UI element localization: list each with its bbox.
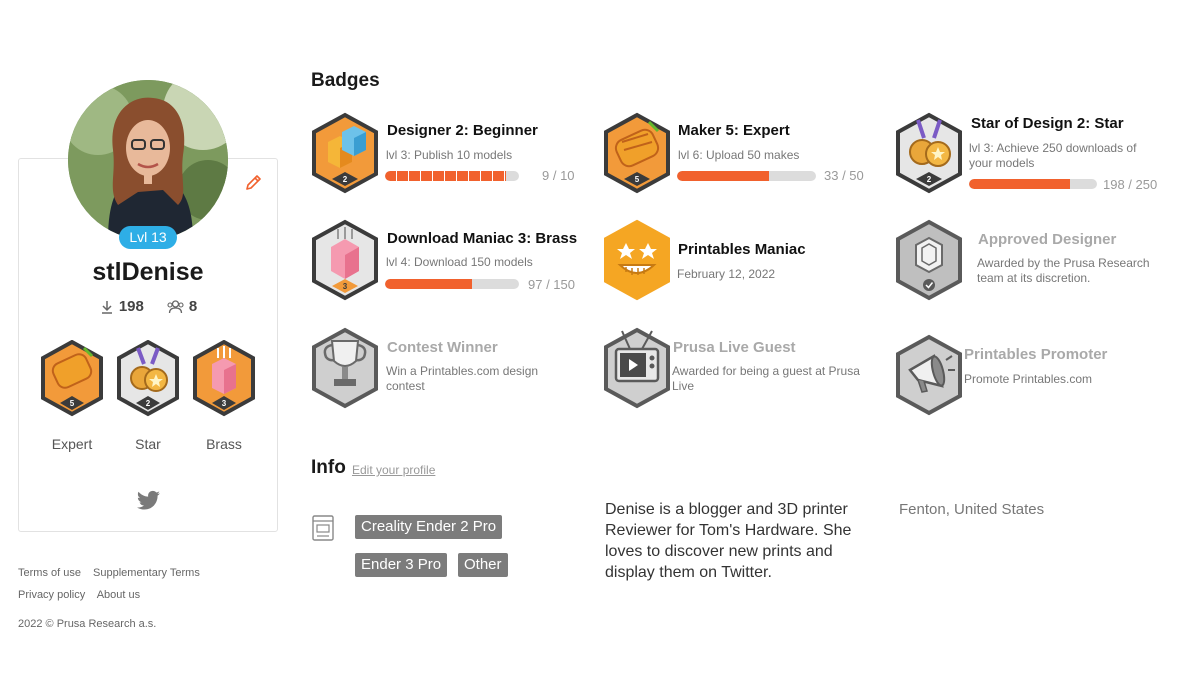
badge-title[interactable]: Approved Designer <box>978 231 1116 248</box>
trophy-icon[interactable] <box>310 327 380 409</box>
progress-fill <box>385 279 472 289</box>
tv-icon[interactable] <box>602 327 672 409</box>
progress-fill <box>969 179 1071 189</box>
svg-text:3: 3 <box>343 282 348 291</box>
svg-text:2: 2 <box>343 175 348 184</box>
downloads-count: 198 <box>118 298 144 315</box>
progress-bar <box>385 279 519 289</box>
progress-text: 33 / 50 <box>824 168 864 183</box>
cube-icon[interactable]: 3 <box>310 219 380 301</box>
badge-title[interactable]: Contest Winner <box>387 339 498 356</box>
printer-tag[interactable]: Ender 3 Pro <box>355 553 448 577</box>
printer-icon <box>312 515 334 541</box>
pencil-icon[interactable] <box>244 172 264 192</box>
progress-fill <box>677 171 769 181</box>
badge-description: lvl 4: Download 150 models <box>386 255 533 269</box>
medal-icon[interactable]: 2 <box>894 112 964 194</box>
progress-bar <box>677 171 816 181</box>
progress-text: 97 / 150 <box>528 277 575 292</box>
badge-title[interactable]: Printables Maniac <box>678 241 806 258</box>
badge-date: February 12, 2022 <box>677 267 776 281</box>
featured-badge-label: Brass <box>206 436 242 452</box>
privacy-link[interactable]: Privacy policy <box>18 589 85 601</box>
copyright: 2022 © Prusa Research a.s. <box>18 618 157 630</box>
svg-text:2: 2 <box>146 399 151 408</box>
badge-description: Win a Printables.com design contest <box>386 364 539 393</box>
bio-text: Denise is a blogger and 3D printer Revie… <box>605 501 852 581</box>
followers-count: 8 <box>188 298 198 315</box>
badge-description: lvl 3: Publish 10 models <box>386 148 513 162</box>
footer-links-row-2: Privacy policy About us <box>18 589 149 601</box>
badge-title[interactable]: Star of Design 2: Star <box>971 115 1124 132</box>
download-icon <box>101 300 112 314</box>
featured-badge-label: Star <box>135 436 161 452</box>
svg-text:5: 5 <box>635 175 640 184</box>
badge-title[interactable]: Maker 5: Expert <box>678 122 790 139</box>
megaphone-icon[interactable] <box>894 334 964 416</box>
followers-stat[interactable]: 8 <box>166 298 197 315</box>
svg-text:5: 5 <box>70 399 75 408</box>
printer-tag[interactable]: Creality Ender 2 Pro <box>355 515 503 539</box>
badge-title[interactable]: Download Maniac 3: Brass <box>387 230 577 247</box>
downloads-stat: 198 <box>99 298 144 315</box>
rocket-icon[interactable]: 5 <box>602 112 672 194</box>
username: stlDenise <box>92 258 204 286</box>
grin-face-icon[interactable] <box>602 219 672 301</box>
footer-links-row-1: Terms of use Supplementary Terms <box>18 567 209 579</box>
badge-description: Awarded for being a guest at Prusa Live <box>672 364 860 393</box>
edit-profile-link[interactable]: Edit your profile <box>352 463 435 477</box>
progress-text: 9 / 10 <box>542 168 575 183</box>
progress-bar <box>969 179 1097 189</box>
supplementary-terms-link[interactable]: Supplementary Terms <box>93 567 200 579</box>
badge-description: lvl 6: Upload 50 makes <box>678 148 800 162</box>
terms-link[interactable]: Terms of use <box>18 567 81 579</box>
rocket-icon[interactable]: 5 <box>40 340 104 418</box>
badges-heading: Badges <box>311 70 380 91</box>
progress-bar <box>385 171 519 181</box>
badge-description: lvl 3: Achieve 250 downloads of your mod… <box>969 141 1137 170</box>
svg-text:3: 3 <box>222 399 227 408</box>
medal-icon[interactable]: 2 <box>116 340 180 418</box>
printer-tag[interactable]: Other <box>458 553 508 577</box>
badge-title[interactable]: Printables Promoter <box>964 346 1107 363</box>
info-heading: Info <box>311 457 346 478</box>
approved-cube-icon[interactable] <box>894 219 964 301</box>
badge-description: Awarded by the Prusa Research team at it… <box>977 256 1150 285</box>
about-link[interactable]: About us <box>97 589 140 601</box>
twitter-icon[interactable] <box>136 490 161 512</box>
designer-badge-icon[interactable]: 2 <box>310 112 380 194</box>
badge-title[interactable]: Designer 2: Beginner <box>387 122 538 139</box>
users-icon <box>167 299 184 313</box>
cube-icon[interactable]: 3 <box>192 340 256 418</box>
progress-fill <box>385 171 506 181</box>
progress-text: 198 / 250 <box>1103 177 1158 192</box>
badge-title[interactable]: Prusa Live Guest <box>673 339 796 356</box>
profile-stats: 198 8 <box>18 298 278 315</box>
location-text: Fenton, United States <box>899 501 1045 518</box>
level-badge: Lvl 13 <box>119 226 177 249</box>
featured-badge-label: Expert <box>51 436 93 452</box>
svg-text:2: 2 <box>927 175 932 184</box>
avatar[interactable] <box>68 80 228 240</box>
badge-description: Promote Printables.com <box>964 372 1093 386</box>
